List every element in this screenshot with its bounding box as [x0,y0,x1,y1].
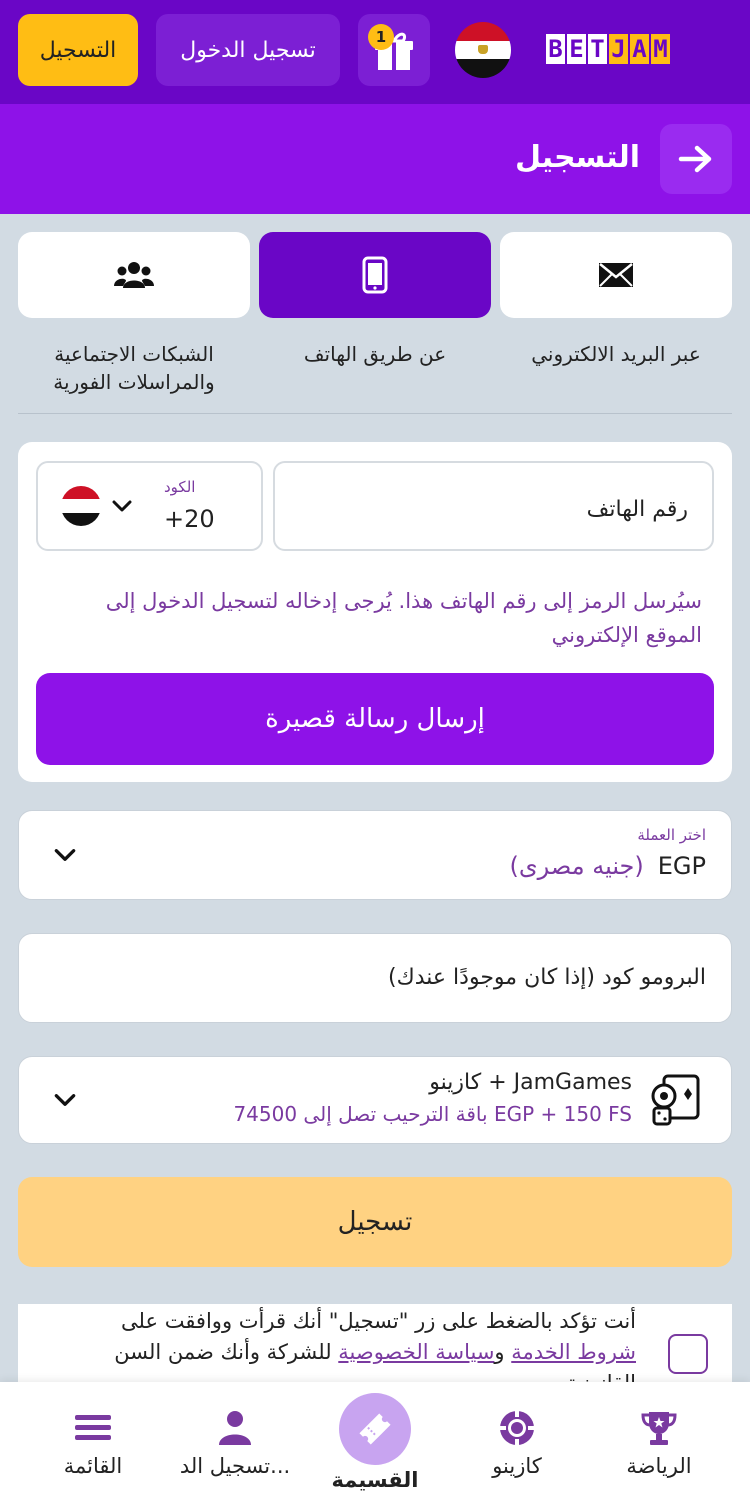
terms-text: أنت تؤكد بالضغط على زر "تسجيل" أنك قرأت … [56,1306,636,1382]
nav-menu-label: القائمة [63,1454,123,1478]
chevron-down-icon[interactable] [52,842,78,868]
chevron-down-icon[interactable] [110,494,134,518]
terms-checkbox[interactable] [668,1334,708,1374]
egypt-flag-icon[interactable] [455,22,511,78]
terms-text-part1: أنت تؤكد بالضغط على زر "تسجيل" أنك قرأت … [121,1309,636,1333]
casino-cards-icon [651,1074,700,1126]
tab-social[interactable] [18,232,250,318]
page-title: التسجيل [515,140,640,175]
nav-coupon-label[interactable]: القسيمة [300,1468,450,1492]
back-button[interactable] [660,124,732,194]
divider [18,413,732,414]
nav-menu[interactable]: القائمة [18,1382,168,1498]
register-button-top[interactable]: التسجيل [18,14,138,86]
tab-email[interactable] [500,232,732,318]
logo-letter: J [609,34,628,64]
nav-login-label: تسجيل الد... [179,1454,291,1478]
logo-letter: T [588,34,607,64]
nav-coupon[interactable] [339,1393,411,1465]
gift-button[interactable] [358,14,430,86]
tab-social-label[interactable]: الشبكات الاجتماعية والمراسلات الفورية [18,340,250,396]
nav-sports[interactable]: الرياضة [584,1382,734,1498]
logo-letter: M [651,34,670,64]
egypt-flag-icon [61,486,101,526]
logo-letter: E [567,34,586,64]
register-submit-button[interactable]: تسجيل [18,1177,732,1267]
mobile-phone-icon [362,256,388,294]
tab-social-label-line1: الشبكات الاجتماعية [54,342,214,366]
bonus-title: كازينو + JamGames [429,1070,632,1095]
nav-casino-label: كازينو [492,1454,542,1478]
promo-code-placeholder: البرومو كود (إذا كان موجودًا عندك) [388,965,706,990]
nav-casino[interactable]: كازينو [442,1382,592,1498]
nav-login[interactable]: تسجيل الد... [160,1382,310,1498]
nav-sports-label: الرياضة [626,1454,692,1478]
logo-letter: B [546,34,565,64]
hamburger-menu-icon [75,1415,111,1440]
send-sms-button[interactable]: إرسال رسالة قصيرة [36,673,714,765]
chevron-down-icon[interactable] [52,1087,78,1113]
tab-social-label-line2: والمراسلات الفورية [53,370,215,394]
logo-letter: A [630,34,649,64]
user-icon [219,1411,251,1445]
trophy-icon [641,1412,677,1445]
bonus-subtitle: باقة الترحيب تصل إلى 74500 EGP + 150 FS [233,1102,632,1126]
phone-number-placeholder: رقم الهاتف [586,497,688,522]
currency-name: (جنيه مصرى) [509,852,644,880]
currency-value: EGP (جنيه مصرى) [510,852,706,880]
gift-icon [375,32,413,70]
currency-label: اختر العملة [637,826,706,844]
tab-email-label[interactable]: عبر البريد الالكتروني [500,340,732,368]
gift-count-badge: 1 [368,24,394,50]
country-code-label: الكود [164,478,196,496]
terms-of-service-link[interactable]: شروط الخدمة [511,1340,636,1364]
tab-phone-label[interactable]: عن طريق الهاتف [259,340,491,368]
users-icon [114,262,154,288]
ticket-icon [359,1413,391,1445]
casino-chip-icon [500,1411,534,1445]
sms-hint-text: سيُرسل الرمز إلى رقم الهاتف هذا. يُرجى إ… [105,589,702,647]
terms-text-part2: و [494,1340,512,1364]
betjam-logo[interactable]: B E T J A M [546,34,670,66]
envelope-icon [599,263,633,287]
country-code-value: +20 [164,505,215,533]
privacy-policy-link[interactable]: سياسة الخصوصية [338,1340,494,1364]
login-button-top[interactable]: تسجيل الدخول [156,14,340,86]
arrow-right-icon [678,145,712,173]
tab-phone[interactable] [259,232,491,318]
currency-code: EGP [657,852,706,880]
